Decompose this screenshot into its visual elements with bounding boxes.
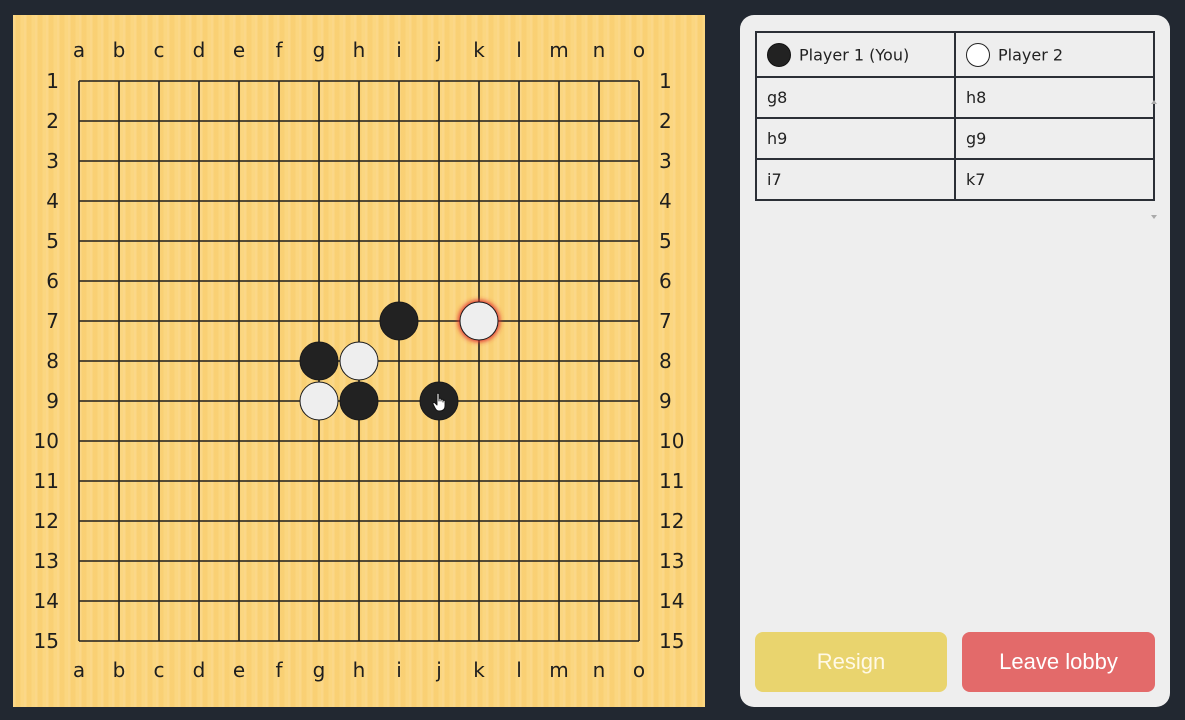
player2-label: Player 2 [998, 45, 1064, 64]
row-label-left: 11 [34, 469, 59, 493]
player1-label: Player 1 (You) [799, 45, 910, 64]
column-label-top: h [353, 38, 366, 62]
moves-table: Player 1 (You) Player 2 g8 h8 h9 g9 i7 k7 [755, 31, 1155, 201]
move-row: h9 g9 [755, 117, 1155, 160]
column-label-top: e [233, 38, 245, 62]
column-label-top: a [73, 38, 85, 62]
row-label-right: 11 [659, 469, 684, 493]
column-label-bottom: f [275, 658, 283, 682]
player2-move: h8 [954, 76, 1155, 119]
column-label-top: o [633, 38, 645, 62]
column-label-bottom: k [473, 658, 485, 682]
column-label-bottom: a [73, 658, 85, 682]
player1-header: Player 1 (You) [755, 31, 956, 78]
move-row: i7 k7 [755, 158, 1155, 201]
resign-button[interactable]: Resign [755, 632, 947, 692]
row-label-right: 8 [659, 349, 672, 373]
row-label-left: 9 [46, 389, 59, 413]
black-stone-icon [767, 42, 791, 67]
row-label-left: 12 [34, 509, 59, 533]
move-row: g8 h8 [755, 76, 1155, 119]
row-label-left: 13 [34, 549, 59, 573]
row-label-left: 2 [46, 109, 59, 133]
row-label-right: 13 [659, 549, 684, 573]
row-label-right: 6 [659, 269, 672, 293]
player2-move: g9 [954, 117, 1155, 160]
row-label-right: 14 [659, 589, 684, 613]
column-label-top: g [313, 38, 326, 62]
row-label-right: 3 [659, 149, 672, 173]
row-label-right: 5 [659, 229, 672, 253]
column-label-top: i [396, 38, 402, 62]
player1-move: h9 [755, 117, 956, 160]
row-label-left: 10 [34, 429, 59, 453]
column-label-bottom: j [435, 658, 442, 682]
scroll-down-arrow-icon[interactable] [1151, 215, 1157, 219]
column-label-top: c [154, 38, 165, 62]
side-panel: Player 1 (You) Player 2 g8 h8 h9 g9 i7 k7 Res… [740, 15, 1170, 707]
row-label-right: 10 [659, 429, 684, 453]
column-label-bottom: m [549, 658, 568, 682]
player2-move: k7 [954, 158, 1155, 201]
row-label-left: 14 [34, 589, 59, 613]
black-stone [379, 301, 419, 341]
row-label-left: 4 [46, 189, 59, 213]
row-label-left: 7 [46, 309, 59, 333]
white-stone [459, 301, 499, 341]
white-stone [299, 381, 339, 421]
row-label-left: 3 [46, 149, 59, 173]
player2-header: Player 2 [954, 31, 1155, 78]
column-label-top: b [113, 38, 126, 62]
column-label-top: j [435, 38, 442, 62]
game-board[interactable]: aabbccddeeffgghhiijjkkllmmnnoo1122334455… [13, 15, 705, 707]
player1-move: g8 [755, 76, 956, 119]
column-label-bottom: l [516, 658, 522, 682]
row-label-left: 15 [34, 629, 59, 653]
players-header-row: Player 1 (You) Player 2 [755, 31, 1155, 78]
white-stone-icon [966, 42, 990, 67]
column-label-bottom: b [113, 658, 126, 682]
column-label-bottom: g [313, 658, 326, 682]
black-stone [299, 341, 339, 381]
row-label-right: 15 [659, 629, 684, 653]
column-label-bottom: h [353, 658, 366, 682]
leave-lobby-button[interactable]: Leave lobby [962, 632, 1155, 692]
row-label-right: 12 [659, 509, 684, 533]
row-label-right: 7 [659, 309, 672, 333]
column-label-bottom: d [193, 658, 206, 682]
black-stone [339, 381, 379, 421]
move-list[interactable]: Player 1 (You) Player 2 g8 h8 h9 g9 i7 k7 [755, 31, 1157, 219]
column-label-bottom: i [396, 658, 402, 682]
row-label-left: 6 [46, 269, 59, 293]
player1-move: i7 [755, 158, 956, 201]
board-grid[interactable]: aabbccddeeffgghhiijjkkllmmnnoo1 12 23 34 45 5… [13, 15, 705, 707]
column-label-bottom: n [593, 658, 606, 682]
row-label-left: 8 [46, 349, 59, 373]
column-label-top: k [473, 38, 485, 62]
column-label-bottom: o [633, 658, 645, 682]
row-label-left: 5 [46, 229, 59, 253]
row-label-left: 1 [46, 69, 59, 93]
column-label-top: l [516, 38, 522, 62]
column-label-top: f [275, 38, 283, 62]
row-label-right: 1 [659, 69, 672, 93]
column-label-top: d [193, 38, 206, 62]
column-label-top: m [549, 38, 568, 62]
column-label-bottom: c [154, 658, 165, 682]
column-label-top: n [593, 38, 606, 62]
white-stone [339, 341, 379, 381]
column-label-bottom: e [233, 658, 245, 682]
row-label-right: 2 [659, 109, 672, 133]
row-label-right: 9 [659, 389, 672, 413]
scroll-up-arrow-icon[interactable] [1151, 100, 1157, 104]
row-label-right: 4 [659, 189, 672, 213]
